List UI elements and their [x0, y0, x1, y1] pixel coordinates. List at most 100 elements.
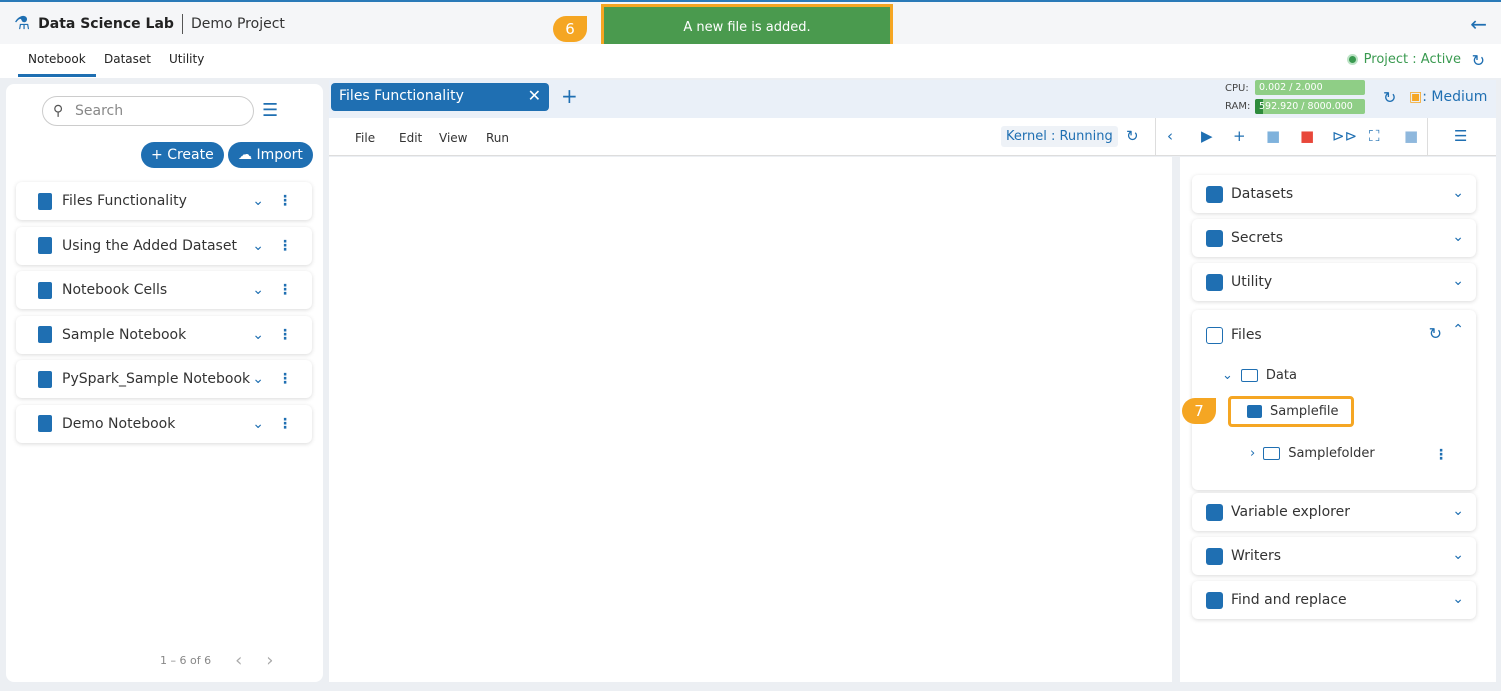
accordion-variable-explorer[interactable]: Variable explorer ⌄ [1192, 493, 1476, 531]
refresh-files-icon[interactable]: ↻ [1429, 324, 1442, 343]
step-badge: 6 [553, 16, 587, 42]
menu-view[interactable]: View [439, 131, 467, 145]
accordion-title: Files [1231, 327, 1262, 343]
fullscreen-icon[interactable]: ⛶ [1369, 127, 1380, 145]
notebook-icon [38, 237, 52, 254]
tree-folder-data[interactable]: ⌄ Data [1222, 368, 1297, 383]
accordion-title: Find and replace [1231, 592, 1347, 608]
accordion-files: Files ↻ ⌃ ⌄ Data Samplefile 7 › Samplefold… [1182, 310, 1476, 490]
notebook-item[interactable]: Using the Added Dataset ⌄ ⋮ [16, 226, 312, 265]
tab-utility[interactable]: Utility [169, 52, 204, 66]
notebook-icon [38, 192, 52, 210]
accordion-find-replace[interactable]: Find and replace ⌄ [1192, 581, 1476, 619]
cpu-bar: 0.002 / 2.000 [1255, 80, 1365, 95]
notebook-item[interactable]: Notebook Cells ⌄ ⋮ [16, 271, 312, 309]
notebook-tab[interactable]: Files Functionality ✕ [331, 83, 549, 111]
tree-folder-samplefolder[interactable]: › Samplefolder [1250, 446, 1375, 461]
accordion-title: Utility [1231, 274, 1273, 290]
file-icon [1247, 405, 1262, 418]
ram-label: RAM: [1225, 101, 1251, 112]
menu-run[interactable]: Run [486, 131, 509, 145]
accordion-title: Secrets [1231, 230, 1284, 246]
notebook-name: Demo Notebook [62, 415, 176, 432]
search-icon: ⚲ [53, 103, 64, 119]
notebook-icon [38, 281, 52, 299]
chevron-down-icon[interactable]: ⌄ [252, 371, 264, 387]
create-button[interactable]: + Create [141, 142, 224, 168]
more-options-icon[interactable]: ⋮ [278, 282, 292, 298]
folder-name: Samplefolder [1288, 446, 1375, 461]
notebook-icon [38, 326, 52, 343]
prev-page-icon[interactable]: ‹ [235, 650, 242, 671]
more-options-icon[interactable]: ⋮ [278, 238, 292, 254]
accordion-datasets[interactable]: Datasets ⌄ [1192, 175, 1476, 213]
more-options-icon[interactable]: ⋮ [1434, 447, 1448, 463]
chevron-down-icon[interactable]: ⌄ [252, 193, 264, 209]
panel-menu-icon[interactable]: ☰ [1454, 127, 1467, 145]
restart-kernel-icon[interactable]: ↻ [1126, 127, 1139, 145]
run-all-icon[interactable]: ⊳⊳ [1332, 127, 1357, 145]
chevron-down-icon[interactable]: ⌄ [1452, 547, 1464, 563]
compute-size-label: : Medium [1422, 89, 1488, 105]
accordion-writers[interactable]: Writers ⌄ [1192, 537, 1476, 575]
close-icon[interactable]: ✕ [528, 86, 541, 105]
chevron-up-icon[interactable]: ⌃ [1452, 322, 1464, 338]
notebook-area: Files Functionality ✕ + CPU: 0.002 / 2.00… [329, 80, 1496, 682]
chevron-down-icon[interactable]: ⌄ [252, 416, 264, 432]
chevron-down-icon[interactable]: ⌄ [252, 282, 264, 298]
chevron-down-icon[interactable]: ⌄ [1452, 229, 1464, 245]
notebook-item[interactable]: Demo Notebook ⌄ ⋮ [16, 404, 312, 443]
notebook-item[interactable]: Sample Notebook ⌄ ⋮ [16, 315, 312, 354]
more-options-icon[interactable]: ⋮ [278, 416, 292, 432]
more-options-icon[interactable]: ⋮ [278, 371, 292, 387]
accordion-secrets[interactable]: Secrets ⌄ [1192, 219, 1476, 257]
notebook-item[interactable]: Files Functionality ⌄ ⋮ [16, 182, 312, 220]
main-tabs: Notebook Dataset Utility Project : Activ… [0, 44, 1501, 78]
notebook-name: Files Functionality [62, 193, 187, 209]
back-arrow-icon[interactable]: ← [1470, 12, 1487, 36]
more-options-icon[interactable]: ⋮ [278, 327, 292, 343]
more-options-icon[interactable]: ⋮ [278, 193, 292, 209]
chevron-left-icon[interactable]: ‹ [1167, 127, 1173, 145]
compute-size[interactable]: ▣: Medium [1409, 89, 1487, 105]
notebook-editor[interactable] [329, 157, 1172, 682]
notebook-toolbar: File Edit View Run Kernel : Running ↻ ‹ … [329, 118, 1496, 156]
chevron-down-icon[interactable]: ⌄ [1452, 185, 1464, 201]
status-text: Project : Active [1363, 52, 1461, 67]
tab-dataset[interactable]: Dataset [104, 52, 151, 66]
chevron-down-icon[interactable]: ⌄ [1452, 591, 1464, 607]
chevron-down-icon[interactable]: ⌄ [252, 238, 264, 254]
search-input[interactable]: ⚲ Search [42, 96, 254, 126]
ram-bar: 592.920 / 8000.000 [1255, 99, 1365, 114]
chevron-down-icon[interactable]: ⌄ [1452, 273, 1464, 289]
cloud-download-icon: ☁ [238, 147, 252, 163]
import-button[interactable]: ☁ Import [228, 142, 313, 168]
run-icon[interactable]: ▶ [1201, 127, 1213, 145]
delete-icon[interactable]: ■ [1300, 127, 1314, 145]
notebook-name: PySpark_Sample Notebook [62, 371, 251, 387]
notebook-name: Using the Added Dataset [62, 237, 237, 254]
app-title: Data Science Lab [38, 15, 174, 32]
menu-edit[interactable]: Edit [399, 131, 422, 145]
accordion-utility[interactable]: Utility ⌄ [1192, 263, 1476, 301]
find-replace-icon [1206, 591, 1223, 609]
stop-icon[interactable]: ■ [1404, 127, 1418, 145]
chevron-down-icon[interactable]: ⌄ [252, 327, 264, 343]
file-name: Samplefile [1270, 404, 1339, 419]
notebook-tab-label: Files Functionality [339, 88, 464, 104]
chevron-down-icon[interactable]: ⌄ [1452, 503, 1464, 519]
notebook-icon [38, 415, 52, 432]
refresh-icon[interactable]: ↻ [1472, 51, 1485, 70]
logo-icon: ⚗ [14, 13, 31, 34]
next-page-icon[interactable]: › [266, 650, 273, 671]
menu-icon[interactable]: ☰ [262, 100, 278, 121]
notebook-item[interactable]: PySpark_Sample Notebook ⌄ ⋮ [16, 360, 312, 398]
add-cell-icon[interactable]: + [1233, 127, 1246, 145]
notebook-name: Notebook Cells [62, 282, 168, 298]
refresh-resources-icon[interactable]: ↻ [1383, 88, 1396, 107]
add-tab-icon[interactable]: + [561, 84, 578, 108]
menu-file[interactable]: File [355, 131, 375, 145]
save-icon[interactable]: ■ [1266, 127, 1280, 145]
tree-file-samplefile[interactable]: Samplefile [1228, 396, 1354, 427]
tab-notebook[interactable]: Notebook [18, 52, 96, 77]
